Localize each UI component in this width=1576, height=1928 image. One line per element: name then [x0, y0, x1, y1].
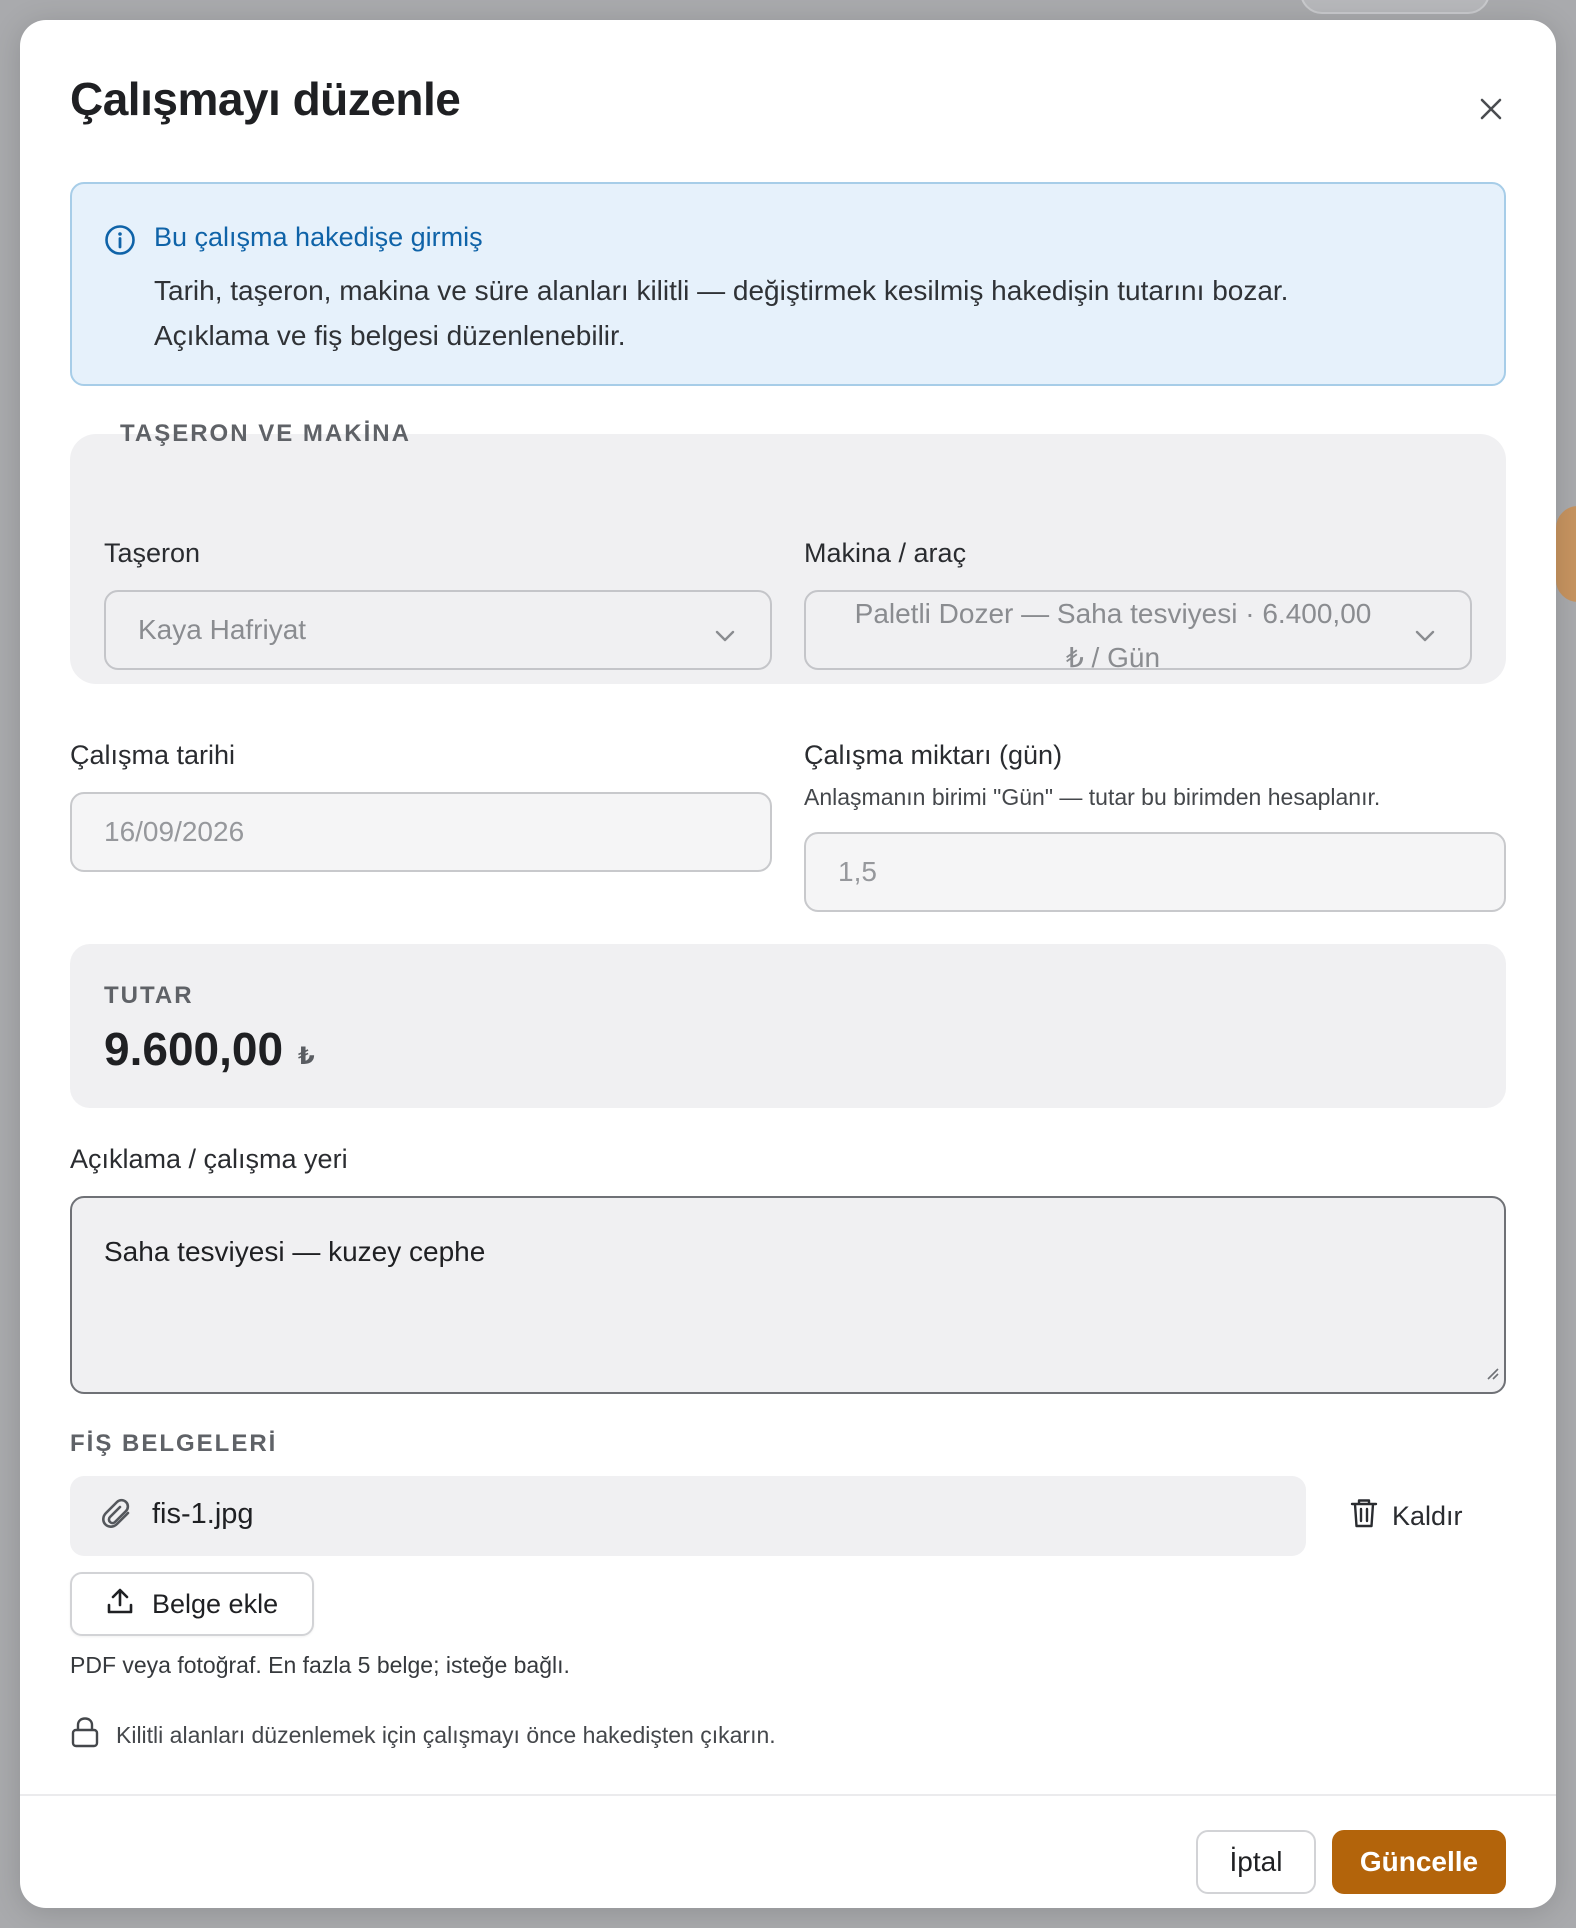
machine-value-line: ₺ / Gün	[1065, 642, 1161, 673]
locked-info-banner: Bu çalışma hakedişe girmiş Tarih, taşero…	[70, 182, 1506, 386]
cancel-button[interactable]: İptal	[1196, 1830, 1316, 1894]
add-document-button[interactable]: Belge ekle	[70, 1572, 314, 1636]
footer-divider	[20, 1794, 1556, 1796]
background-accent-tab	[1556, 506, 1576, 602]
machine-label: Makina / araç	[804, 538, 967, 568]
file-name: fis-1.jpg	[152, 1498, 254, 1530]
work-amount-input[interactable]: 1,5	[804, 832, 1506, 912]
upload-helper-text: PDF veya fotoğraf. En fazla 5 belge; ist…	[70, 1652, 570, 1678]
description-value: Saha tesviyesi — kuzey cephe	[104, 1236, 486, 1267]
work-date-input[interactable]: 16/09/2026	[70, 792, 772, 872]
paperclip-icon	[102, 1498, 134, 1537]
chevron-down-icon	[714, 622, 736, 654]
trash-icon	[1350, 1497, 1378, 1536]
upload-icon	[106, 1587, 134, 1622]
total-panel: TUTAR 9.600,00 ₺	[70, 944, 1506, 1108]
dialog-title: Çalışmayı düzenle	[70, 73, 461, 125]
total-value: 9.600,00	[104, 1023, 284, 1075]
attached-file-row: fis-1.jpg	[70, 1476, 1306, 1556]
close-button[interactable]	[1460, 80, 1522, 142]
background-card	[1300, 0, 1490, 14]
info-body: Tarih, taşeron, makina ve süre alanları …	[154, 268, 1484, 358]
lock-icon	[70, 1716, 100, 1754]
total-label: TUTAR	[104, 982, 194, 1009]
info-line: Tarih, taşeron, makina ve süre alanları …	[154, 275, 1289, 306]
info-line: Açıklama ve fiş belgesi düzenlenebilir.	[154, 320, 626, 351]
work-amount-hint: Anlaşmanın birimi "Gün" — tutar bu birim…	[804, 784, 1381, 810]
info-title: Bu çalışma hakedişe girmiş	[154, 222, 483, 252]
add-document-label: Belge ekle	[152, 1588, 279, 1619]
group-legend: TAŞERON VE MAKİNA	[120, 420, 411, 447]
update-button[interactable]: Güncelle	[1332, 1830, 1506, 1894]
resize-grip-icon[interactable]	[1484, 1356, 1500, 1388]
lock-note-text: Kilitli alanları düzenlemek için çalışma…	[116, 1721, 776, 1748]
total-currency: ₺	[298, 1043, 315, 1070]
description-textarea[interactable]: Saha tesviyesi — kuzey cephe	[70, 1196, 1506, 1394]
chevron-down-icon	[1414, 622, 1436, 654]
receipts-label: FİŞ BELGELERİ	[70, 1430, 278, 1457]
edit-work-dialog: Çalışmayı düzenle Bu çalışma hakedişe gi…	[20, 20, 1556, 1908]
work-date-label: Çalışma tarihi	[70, 740, 236, 770]
subcontractor-value: Kaya Hafriyat	[138, 614, 307, 645]
machine-select[interactable]: Paletli Dozer — Saha tesviyesi · 6.400,0…	[804, 590, 1472, 673]
machine-value: Paletli Dozer — Saha tesviyesi · 6.400,0…	[836, 592, 1390, 680]
subcontractor-select[interactable]: Kaya Hafriyat	[104, 590, 772, 670]
remove-file-button[interactable]: Kaldır	[1350, 1476, 1500, 1556]
work-amount-label: Çalışma miktarı (gün)	[804, 740, 1063, 770]
subcontractor-label: Taşeron	[104, 538, 201, 568]
description-label: Açıklama / çalışma yeri	[70, 1144, 348, 1174]
info-icon	[104, 224, 136, 261]
lock-note: Kilitli alanları düzenlemek için çalışma…	[70, 1716, 776, 1754]
close-icon	[1479, 97, 1503, 126]
remove-label: Kaldır	[1392, 1500, 1463, 1531]
machine-value-line: Paletli Dozer — Saha tesviyesi · 6.400,0…	[854, 598, 1372, 629]
